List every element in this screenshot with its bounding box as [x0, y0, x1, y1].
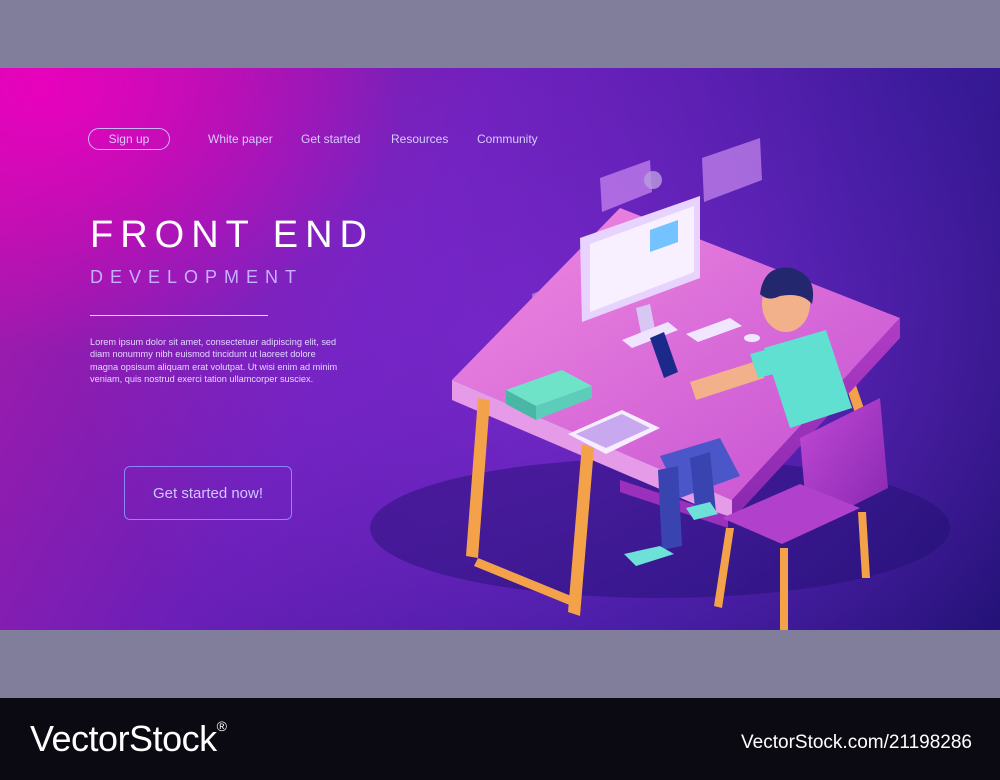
- watermark-bar: VectorStock® VectorStock.com/21198286: [0, 698, 1000, 780]
- get-started-now-button[interactable]: Get started now!: [124, 466, 292, 520]
- nav-link-white-paper[interactable]: White paper: [208, 132, 273, 146]
- vectorstock-brand: VectorStock: [30, 718, 217, 759]
- developer-at-desk-illustration: [370, 138, 950, 630]
- vectorstock-logo: VectorStock®: [30, 718, 227, 760]
- nav-link-get-started[interactable]: Get started: [301, 132, 360, 146]
- hero-title: FRONT END: [90, 214, 374, 256]
- top-border-band: [0, 0, 1000, 68]
- title-divider: [90, 315, 268, 316]
- pie-chart-icon: [644, 171, 662, 189]
- hero-subtitle: DEVELOPMENT: [90, 267, 304, 287]
- landing-hero: Sign up White paper Get started Resource…: [0, 68, 1000, 630]
- mouse: [744, 334, 760, 342]
- signup-button[interactable]: Sign up: [88, 128, 170, 150]
- screenshot-canvas: Sign up White paper Get started Resource…: [0, 0, 1000, 780]
- hero-body-text: Lorem ipsum dolor sit amet, consectetuer…: [90, 337, 338, 385]
- registered-mark: ®: [216, 718, 227, 734]
- top-navigation: Sign up White paper Get started Resource…: [88, 128, 538, 150]
- bottom-border-band: [0, 630, 1000, 698]
- vectorstock-url: VectorStock.com/21198286: [741, 732, 972, 753]
